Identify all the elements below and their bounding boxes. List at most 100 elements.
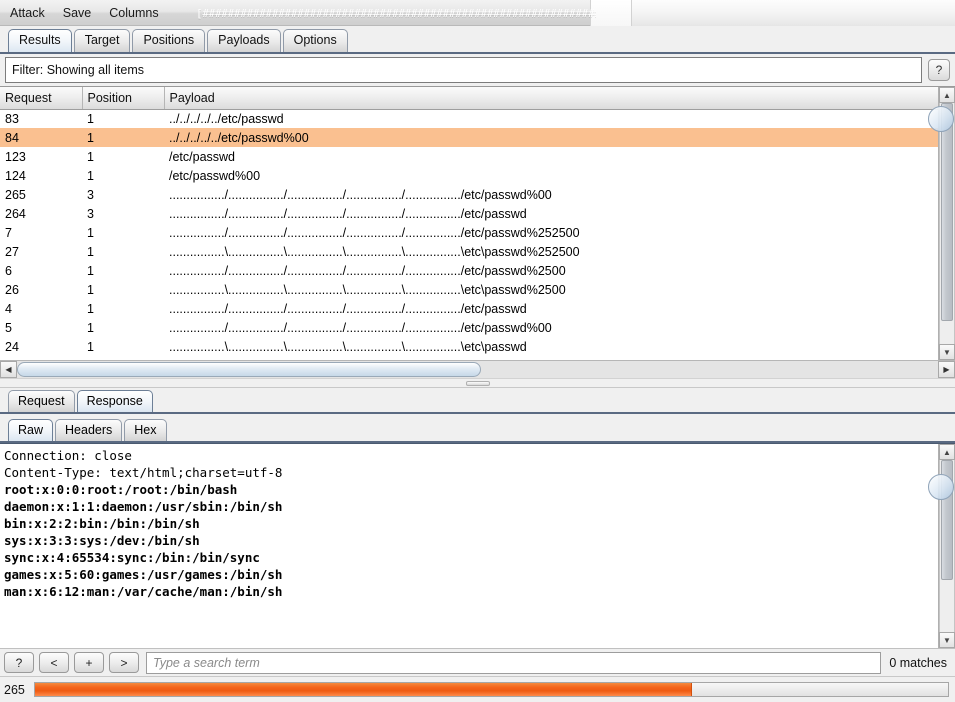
menu-columns[interactable]: Columns <box>101 4 166 22</box>
tab-payloads[interactable]: Payloads <box>207 29 280 52</box>
table-row[interactable]: 2643................/................/..… <box>0 204 938 223</box>
results-vertical-scrollbar[interactable]: ▲ ▼ <box>938 87 955 360</box>
cell-position: 1 <box>82 128 164 147</box>
results-table-header-row: Request Position Payload <box>0 87 938 109</box>
cell-position: 1 <box>82 318 164 337</box>
table-row[interactable]: 1241/etc/passwd%00 <box>0 166 938 185</box>
panel-splitter[interactable] <box>0 378 955 388</box>
message-tab-strip: Request Response <box>0 388 955 414</box>
scroll-up-arrow-icon[interactable]: ▲ <box>939 87 955 103</box>
tab-options[interactable]: Options <box>283 29 348 52</box>
tab-headers[interactable]: Headers <box>55 419 122 441</box>
table-row[interactable]: 71................/................/....… <box>0 223 938 242</box>
cell-request: 27 <box>0 242 82 261</box>
tab-request[interactable]: Request <box>8 390 75 412</box>
cell-position: 1 <box>82 356 164 360</box>
menu-bar-right-panel <box>593 0 955 26</box>
table-row[interactable]: 841../../../../../etc/passwd%00 <box>0 128 938 147</box>
response-panel: Connection: close Content-Type: text/htm… <box>0 443 955 648</box>
menu-attack[interactable]: Attack <box>2 4 53 22</box>
status-bar: 265 <box>0 676 955 702</box>
column-header-payload[interactable]: Payload <box>164 87 938 109</box>
cell-payload: ................/................/......… <box>164 299 938 318</box>
table-row[interactable]: 61................/................/....… <box>0 261 938 280</box>
filter-help-icon[interactable]: ? <box>928 59 950 81</box>
cell-payload: ................/................/......… <box>164 318 938 337</box>
filter-label: Filter: Showing all items <box>12 63 144 77</box>
table-row[interactable]: 251................\................\...… <box>0 356 938 360</box>
table-row[interactable]: 51................/................/....… <box>0 318 938 337</box>
table-row[interactable]: 831../../../../../etc/passwd <box>0 109 938 128</box>
search-next-button[interactable]: > <box>109 652 139 673</box>
cell-position: 1 <box>82 166 164 185</box>
results-hscroll-track[interactable] <box>17 361 938 378</box>
status-progress-bar <box>34 682 949 697</box>
cell-payload: /etc/passwd <box>164 147 938 166</box>
table-row[interactable]: 261................\................\...… <box>0 280 938 299</box>
menu-bar: Attack Save Columns [###################… <box>0 0 955 26</box>
main-tab-strip: Results Target Positions Payloads Option… <box>0 26 955 54</box>
results-horizontal-scrollbar[interactable]: ◀ ▶ <box>0 360 955 378</box>
table-row[interactable]: 1231/etc/passwd <box>0 147 938 166</box>
response-vscroll-thumb[interactable] <box>941 460 953 580</box>
splitter-grip[interactable] <box>466 381 490 386</box>
menu-bar-slot <box>590 0 632 26</box>
scroll-down-arrow-icon[interactable]: ▼ <box>939 344 955 360</box>
cell-request: 84 <box>0 128 82 147</box>
search-match-count: 0 matches <box>889 656 951 670</box>
view-tab-strip: Raw Headers Hex <box>0 417 955 443</box>
search-placeholder: Type a search term <box>153 656 260 670</box>
response-scroll-up-arrow-icon[interactable]: ▲ <box>939 444 955 460</box>
tab-raw[interactable]: Raw <box>8 419 53 441</box>
search-help-icon[interactable]: ? <box>4 652 34 673</box>
results-hscroll-thumb[interactable] <box>17 362 481 377</box>
search-previous-button[interactable]: < <box>39 652 69 673</box>
cell-position: 1 <box>82 280 164 299</box>
table-row[interactable]: 241................\................\...… <box>0 337 938 356</box>
tab-hex[interactable]: Hex <box>124 419 166 441</box>
cell-payload: ................\................\......… <box>164 337 938 356</box>
tab-results[interactable]: Results <box>8 29 72 52</box>
cell-request: 124 <box>0 166 82 185</box>
column-header-request[interactable]: Request <box>0 87 82 109</box>
table-row[interactable]: 271................\................\...… <box>0 242 938 261</box>
cell-payload: ................\................\......… <box>164 280 938 299</box>
filter-bar: Filter: Showing all items ? <box>0 54 955 86</box>
results-vscroll-thumb[interactable] <box>941 103 953 321</box>
scroll-right-arrow-icon[interactable]: ▶ <box>938 361 955 378</box>
cell-position: 3 <box>82 204 164 223</box>
menu-save[interactable]: Save <box>55 4 100 22</box>
tab-target[interactable]: Target <box>74 29 131 52</box>
results-vscroll-track[interactable] <box>939 103 955 344</box>
cell-request: 6 <box>0 261 82 280</box>
filter-field[interactable]: Filter: Showing all items <box>5 57 922 83</box>
tab-response[interactable]: Response <box>77 390 153 412</box>
table-row[interactable]: 41................/................/....… <box>0 299 938 318</box>
response-vscroll-track[interactable] <box>939 460 955 632</box>
response-headers-text: Connection: close Content-Type: text/htm… <box>4 448 282 480</box>
status-progress-fill <box>35 683 692 696</box>
cell-payload: ../../../../../etc/passwd <box>164 109 938 128</box>
scroll-left-arrow-icon[interactable]: ◀ <box>0 361 17 378</box>
response-scroll-down-arrow-icon[interactable]: ▼ <box>939 632 955 648</box>
cell-position: 1 <box>82 109 164 128</box>
search-input[interactable]: Type a search term <box>146 652 881 674</box>
cell-position: 1 <box>82 299 164 318</box>
cell-payload: ................/................/......… <box>164 204 938 223</box>
cell-request: 123 <box>0 147 82 166</box>
column-header-position[interactable]: Position <box>82 87 164 109</box>
cell-payload: ................\................\......… <box>164 242 938 261</box>
tab-positions[interactable]: Positions <box>132 29 205 52</box>
cell-payload: ../../../../../etc/passwd%00 <box>164 128 938 147</box>
response-vertical-scrollbar[interactable]: ▲ ▼ <box>938 444 955 648</box>
cell-payload: ................/................/......… <box>164 223 938 242</box>
table-row[interactable]: 2653................/................/..… <box>0 185 938 204</box>
response-text-area[interactable]: Connection: close Content-Type: text/htm… <box>0 444 938 648</box>
results-table-body: 831../../../../../etc/passwd841../../../… <box>0 109 938 360</box>
cell-request: 7 <box>0 223 82 242</box>
results-table-panel: Request Position Payload 831../../../../… <box>0 86 955 378</box>
results-table: Request Position Payload 831../../../../… <box>0 87 938 360</box>
search-highlight-button[interactable]: + <box>74 652 104 673</box>
cell-payload: /etc/passwd%00 <box>164 166 938 185</box>
cell-request: 265 <box>0 185 82 204</box>
